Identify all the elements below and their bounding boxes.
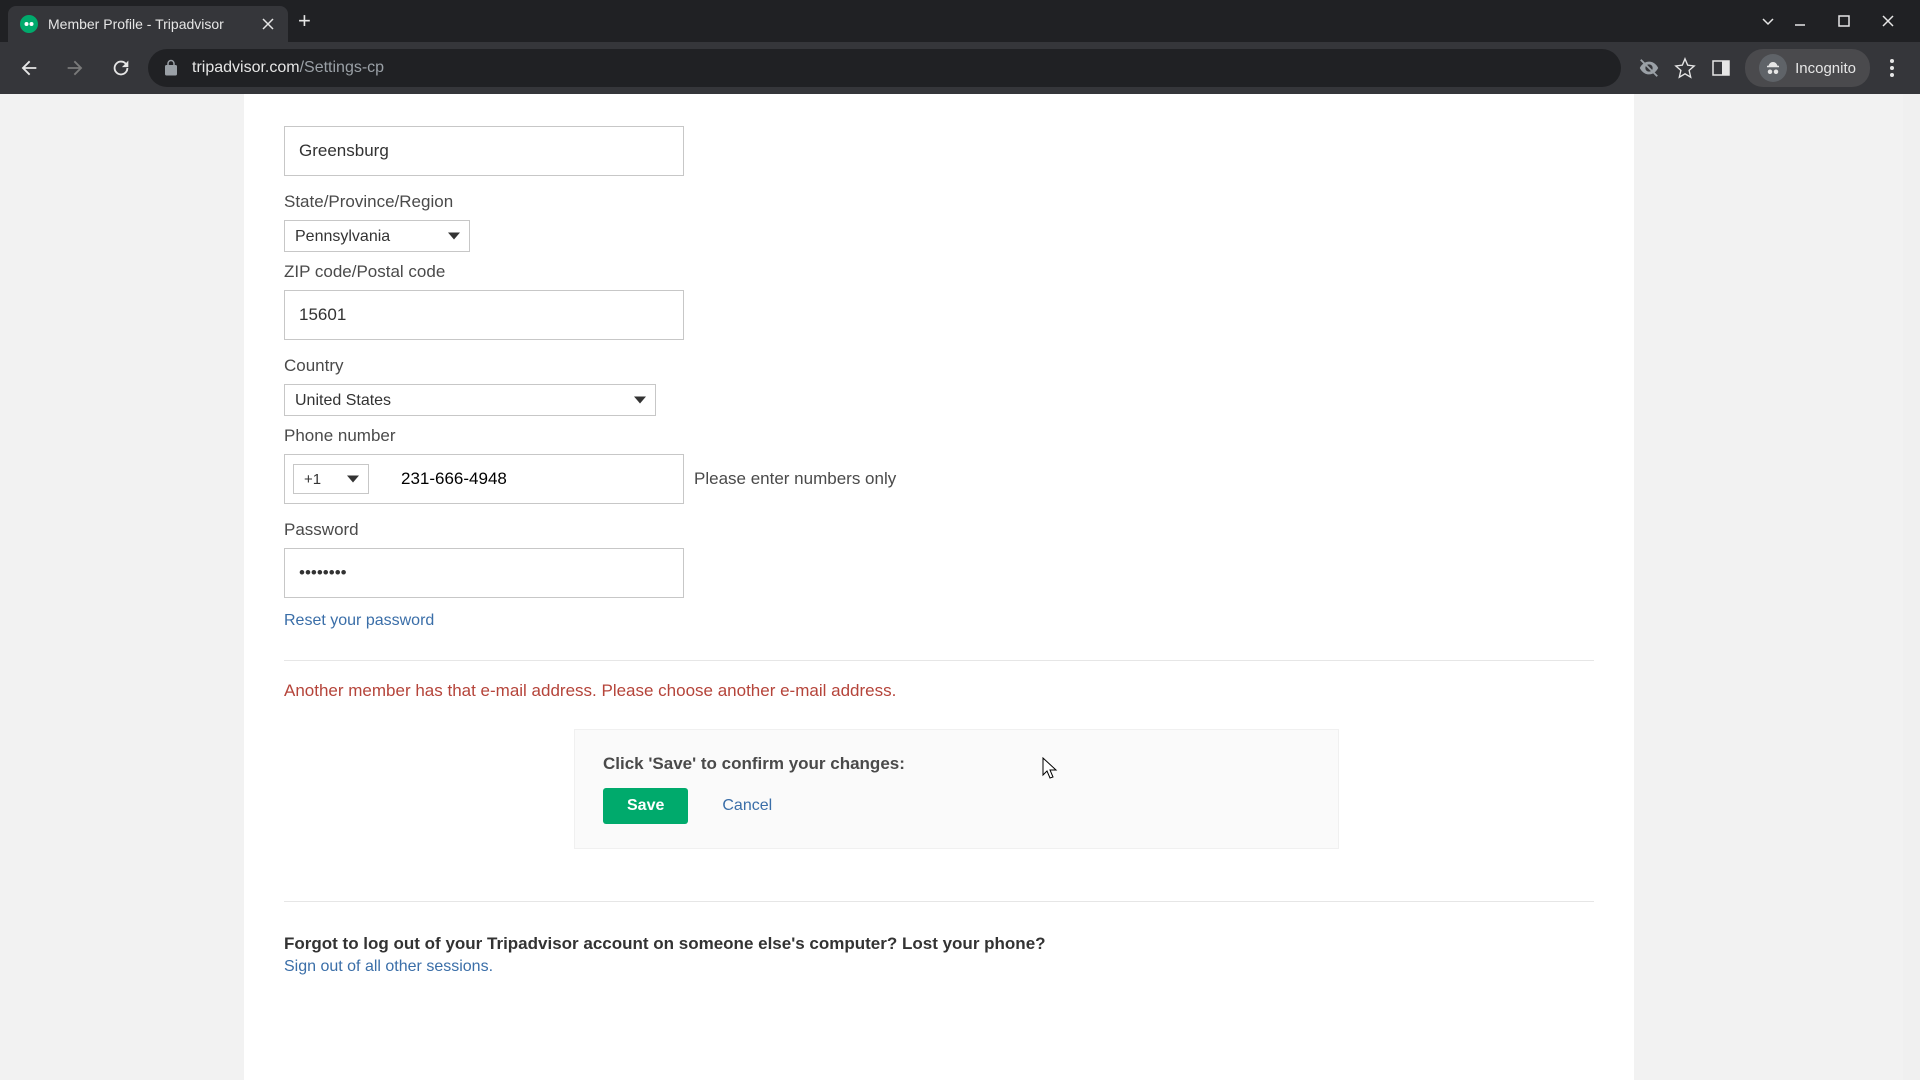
address-bar[interactable]: tripadvisor.com/Settings-cp (148, 49, 1621, 87)
tracking-blocked-icon[interactable] (1637, 56, 1661, 80)
phone-hint: Please enter numbers only (694, 469, 896, 489)
incognito-label: Incognito (1795, 60, 1856, 77)
divider (284, 901, 1594, 902)
error-message: Another member has that e-mail address. … (284, 681, 1594, 701)
incognito-badge[interactable]: Incognito (1745, 49, 1870, 87)
page-viewport: State/Province/Region Pennsylvania ZIP c… (0, 94, 1920, 1080)
back-button[interactable] (10, 49, 48, 87)
reset-password-link[interactable]: Reset your password (284, 612, 434, 630)
close-tab-icon[interactable] (260, 16, 276, 32)
close-window-button[interactable] (1872, 5, 1904, 37)
browser-tab[interactable]: Member Profile - Tripadvisor (8, 6, 288, 42)
zip-label: ZIP code/Postal code (284, 262, 1594, 282)
url-text: tripadvisor.com/Settings-cp (192, 59, 384, 77)
save-prompt: Click 'Save' to confirm your changes: (603, 754, 1310, 774)
browser-menu-icon[interactable] (1882, 59, 1902, 77)
cancel-button[interactable]: Cancel (722, 797, 772, 815)
save-box: Click 'Save' to confirm your changes: Sa… (574, 729, 1339, 849)
tab-title: Member Profile - Tripadvisor (48, 16, 250, 32)
phone-input-group: +1 (284, 454, 684, 504)
phone-input[interactable] (389, 455, 675, 503)
tab-search-icon[interactable] (1752, 13, 1784, 29)
minimize-button[interactable] (1784, 5, 1816, 37)
maximize-button[interactable] (1828, 5, 1860, 37)
footer-text: Forgot to log out of your Tripadvisor ac… (284, 934, 1594, 954)
password-input[interactable] (284, 548, 684, 598)
zip-input[interactable] (284, 290, 684, 340)
panel-icon[interactable] (1709, 56, 1733, 80)
country-code-select[interactable]: +1 (293, 464, 369, 494)
phone-label: Phone number (284, 426, 1594, 446)
save-button[interactable]: Save (603, 788, 688, 824)
country-select[interactable]: United States (284, 384, 656, 416)
tab-bar: Member Profile - Tripadvisor + (0, 0, 1920, 42)
city-input[interactable] (284, 126, 684, 176)
country-label: Country (284, 356, 1594, 376)
browser-chrome: Member Profile - Tripadvisor + (0, 0, 1920, 94)
settings-panel: State/Province/Region Pennsylvania ZIP c… (244, 94, 1634, 1080)
scrollbar[interactable] (1903, 94, 1920, 1080)
bookmark-icon[interactable] (1673, 56, 1697, 80)
password-label: Password (284, 520, 1594, 540)
divider (284, 660, 1594, 661)
forward-button[interactable] (56, 49, 94, 87)
lock-icon (162, 59, 180, 77)
tripadvisor-favicon (20, 15, 38, 33)
incognito-icon (1759, 54, 1787, 82)
reload-button[interactable] (102, 49, 140, 87)
state-label: State/Province/Region (284, 192, 1594, 212)
state-select[interactable]: Pennsylvania (284, 220, 470, 252)
window-controls (1784, 5, 1912, 37)
browser-toolbar: tripadvisor.com/Settings-cp Incognito (0, 42, 1920, 94)
new-tab-button[interactable]: + (288, 8, 321, 34)
signout-sessions-link[interactable]: Sign out of all other sessions. (284, 958, 493, 976)
